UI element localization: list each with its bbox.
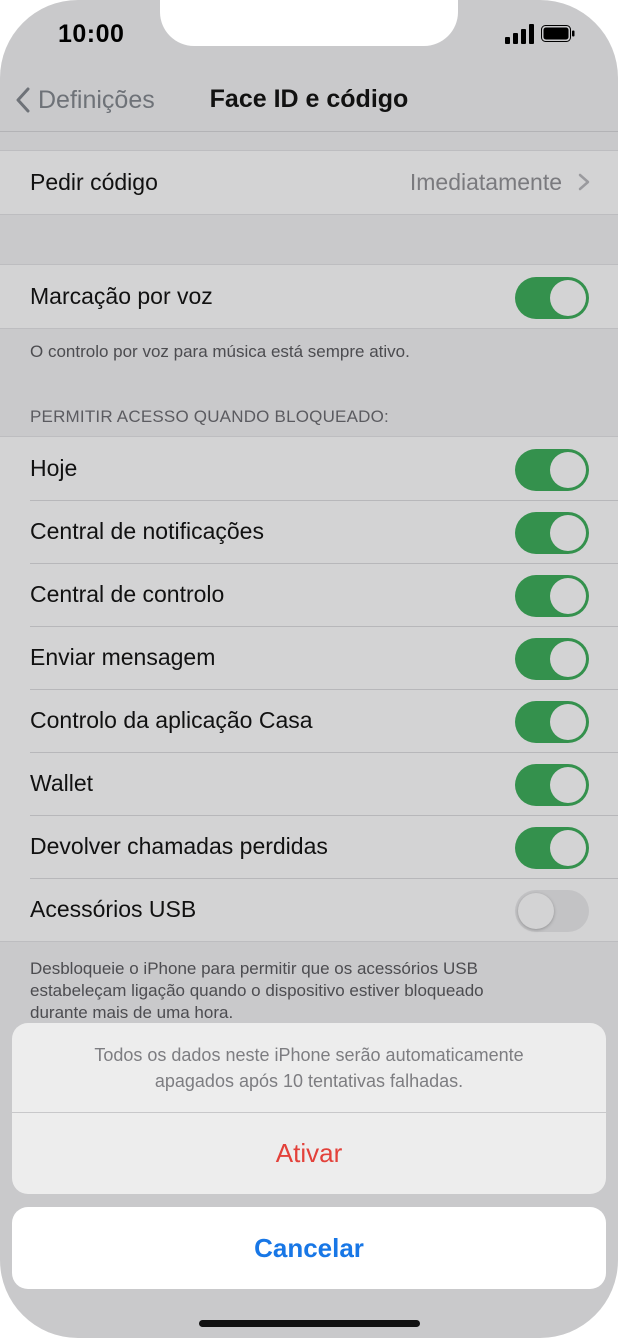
list-item: Controlo da aplicação Casa: [0, 689, 618, 752]
today-toggle[interactable]: [515, 449, 589, 491]
item-label: Enviar mensagem: [30, 644, 216, 670]
list-item: Central de controlo: [0, 563, 618, 626]
cancel-button[interactable]: Cancelar: [12, 1207, 606, 1289]
message-line: Todos os dados neste iPhone serão automa…: [94, 1045, 524, 1065]
locked-access-group: Hoje Central de notificações Central de …: [0, 436, 618, 942]
usb-accessories-toggle[interactable]: [515, 890, 589, 932]
toggle-knob: [550, 280, 586, 316]
item-label: Devolver chamadas perdidas: [30, 833, 328, 859]
item-label: Hoje: [30, 455, 78, 481]
locked-access-header: PERMITIR ACESSO QUANDO BLOQUEADO:: [30, 407, 389, 426]
home-control-toggle[interactable]: [515, 701, 589, 743]
require-code-row[interactable]: Pedir código Imediatamente: [0, 151, 618, 214]
signal-icon: [505, 24, 534, 44]
require-code-value: Imediatamente: [409, 169, 562, 195]
toggle-knob: [550, 452, 586, 488]
voice-dial-label: Marcação por voz: [30, 283, 213, 309]
toggle-knob: [550, 830, 586, 866]
list-item: Central de notificações: [0, 500, 618, 563]
return-missed-calls-toggle[interactable]: [515, 827, 589, 869]
battery-icon: [541, 25, 575, 42]
phone-screen: 10:00 Definições Face ID e código Pedir …: [0, 0, 618, 1338]
list-item: Wallet: [0, 752, 618, 815]
toggle-knob: [550, 704, 586, 740]
usb-footer: Desbloqueie o iPhone para permitir que o…: [30, 958, 484, 1024]
send-message-toggle[interactable]: [515, 638, 589, 680]
wallet-toggle[interactable]: [515, 764, 589, 806]
usb-footer-line: Desbloqueie o iPhone para permitir que o…: [30, 959, 478, 978]
list-item: Devolver chamadas perdidas: [0, 815, 618, 878]
notch: [160, 0, 458, 46]
usb-footer-line: estabeleçam ligação quando o dispositivo…: [30, 981, 484, 1000]
item-label: Controlo da aplicação Casa: [30, 707, 313, 733]
item-label: Central de controlo: [30, 581, 225, 607]
item-label: Acessórios USB: [30, 896, 197, 922]
voice-dial-group: Marcação por voz: [0, 264, 618, 329]
chevron-right-icon: [578, 173, 590, 191]
toggle-knob: [550, 578, 586, 614]
require-code-group: Pedir código Imediatamente: [0, 150, 618, 215]
toggle-knob: [518, 893, 554, 929]
item-label: Wallet: [30, 770, 94, 796]
action-sheet-message: Todos os dados neste iPhone serão automa…: [42, 1042, 576, 1094]
activate-button[interactable]: Ativar: [12, 1113, 606, 1194]
usb-footer-line: durante mais de uma hora.: [30, 1003, 234, 1022]
notification-center-toggle[interactable]: [515, 512, 589, 554]
home-indicator[interactable]: [199, 1320, 420, 1327]
item-label: Central de notificações: [30, 518, 264, 544]
toggle-knob: [550, 641, 586, 677]
list-item: Hoje: [0, 437, 618, 500]
list-item: Acessórios USB: [0, 878, 618, 941]
voice-dial-toggle[interactable]: [515, 277, 589, 319]
control-center-toggle[interactable]: [515, 575, 589, 617]
voice-dial-footer: O controlo por voz para música está semp…: [30, 342, 410, 361]
page-title: Face ID e código: [209, 85, 409, 113]
status-time: 10:00: [58, 20, 125, 48]
message-line: apagados após 10 tentativas falhadas.: [154, 1071, 464, 1091]
voice-dial-row: Marcação por voz: [0, 265, 618, 328]
list-item: Enviar mensagem: [0, 626, 618, 689]
toggle-knob: [550, 767, 586, 803]
toggle-knob: [550, 515, 586, 551]
action-sheet: Todos os dados neste iPhone serão automa…: [12, 1023, 606, 1194]
require-code-label: Pedir código: [30, 169, 158, 195]
nav-divider: [0, 131, 618, 132]
